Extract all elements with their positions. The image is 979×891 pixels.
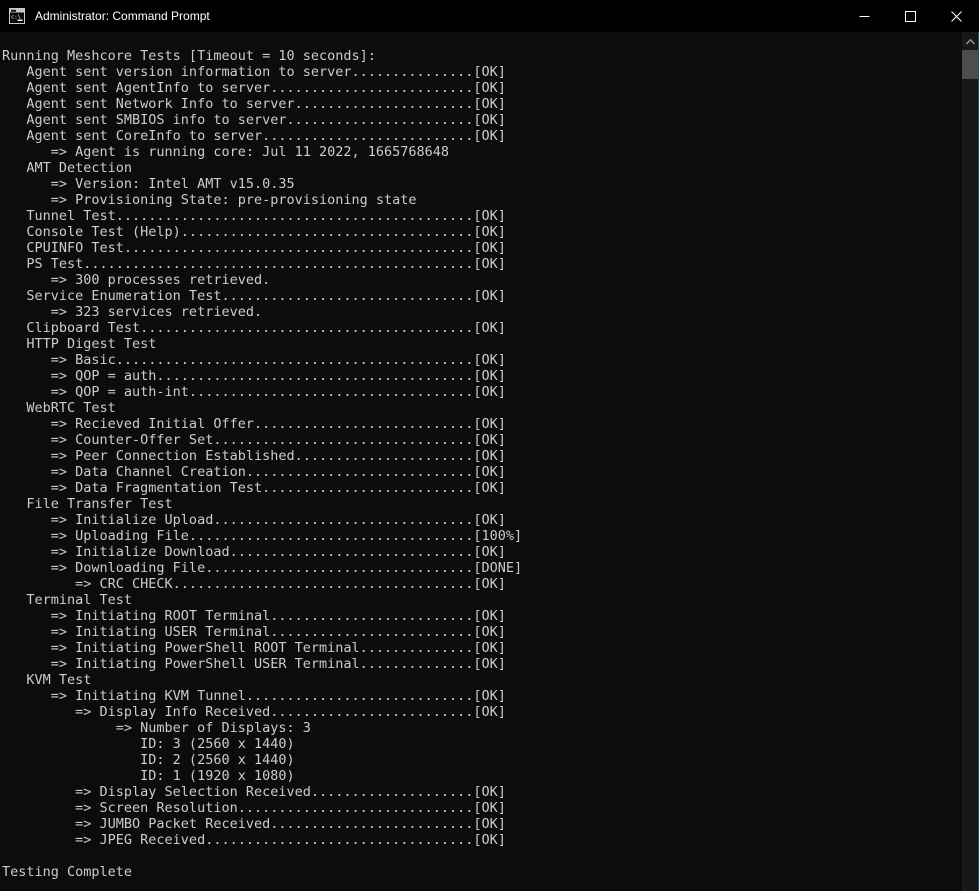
minimize-button[interactable] [841,0,887,32]
titlebar: c:\ Administrator: Command Prompt [0,0,979,32]
console-viewport: Running Meshcore Tests [Timeout = 10 sec… [0,32,962,891]
minimize-icon [859,11,870,22]
terminal-output: Running Meshcore Tests [Timeout = 10 sec… [0,32,962,880]
scrollbar-track[interactable] [962,32,979,891]
command-prompt-window: { "window": { "title": "Administrator: C… [0,0,979,891]
maximize-icon [905,11,916,22]
close-icon [951,11,962,22]
maximize-button[interactable] [887,0,933,32]
scrollbar-thumb[interactable] [962,50,979,79]
scroll-up-button[interactable] [962,32,979,49]
scroll-up-arrow-icon [966,32,975,50]
close-button[interactable] [933,0,979,32]
cmd-icon: c:\ [9,8,25,24]
window-title: Administrator: Command Prompt [35,9,841,23]
